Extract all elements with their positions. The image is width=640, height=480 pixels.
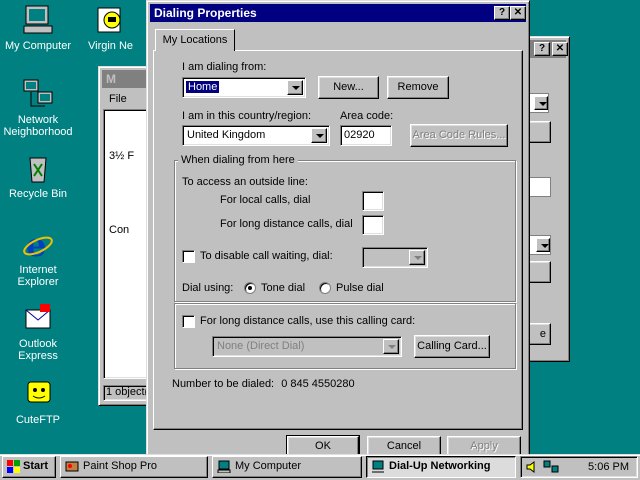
desktop-icon-cuteftp[interactable]: CuteFTP bbox=[0, 378, 76, 426]
group-title: When dialing from here bbox=[178, 154, 298, 166]
number-to-dial-label: Number to be dialed: 0 845 4550280 bbox=[172, 378, 355, 390]
area-code-label: Area code: bbox=[340, 110, 394, 122]
network-tray-icon[interactable] bbox=[543, 460, 559, 477]
dial-using-label: Dial using: bbox=[182, 282, 234, 294]
chevron-down-icon[interactable] bbox=[536, 238, 550, 252]
tone-dial-label[interactable]: Tone dial bbox=[261, 282, 305, 294]
dialing-from-value: Home bbox=[184, 80, 221, 94]
task-my-computer[interactable]: My Computer bbox=[212, 456, 362, 478]
dialup-button-2[interactable] bbox=[527, 261, 551, 283]
my-computer-icon bbox=[217, 460, 231, 474]
paint-shop-pro-icon bbox=[65, 460, 79, 473]
desktop-icon-outlook-express[interactable]: Outlook Express bbox=[0, 302, 76, 362]
task-paint-shop-pro[interactable]: Paint Shop Pro bbox=[60, 456, 208, 478]
desktop-icon-ie[interactable]: e Internet Explorer bbox=[0, 226, 76, 288]
calling-card-check-label[interactable]: For long distance calls, use this callin… bbox=[200, 315, 415, 327]
my-computer-icon bbox=[22, 4, 54, 36]
tone-dial-radio[interactable] bbox=[244, 282, 256, 294]
system-tray: 5:06 PM bbox=[520, 456, 638, 478]
area-code-value: 02920 bbox=[344, 129, 375, 141]
country-value: United Kingdom bbox=[187, 129, 266, 141]
virgin-net-icon bbox=[92, 4, 124, 36]
desktop-icon-label: My Computer bbox=[4, 40, 72, 52]
desktop-icon-my-computer[interactable]: My Computer bbox=[0, 4, 76, 52]
chevron-down-icon[interactable] bbox=[409, 250, 425, 265]
close-button[interactable]: ✕ bbox=[552, 42, 568, 56]
dialup-button-1[interactable] bbox=[527, 121, 551, 143]
menu-file[interactable]: File bbox=[109, 93, 127, 105]
volume-icon[interactable] bbox=[525, 460, 539, 477]
desktop-icon-label: CuteFTP bbox=[15, 414, 60, 426]
dialing-from-label: I am dialing from: bbox=[182, 61, 267, 73]
floppy-drive-item[interactable]: 3½ F bbox=[109, 150, 134, 162]
task-label: Dial-Up Networking bbox=[389, 460, 491, 472]
dialing-properties-dialog[interactable]: Dialing Properties ? ✕ My Locations I am… bbox=[146, 0, 530, 458]
calling-card-value: None (Direct Dial) bbox=[217, 340, 305, 352]
call-waiting-checkbox[interactable] bbox=[182, 250, 195, 263]
chevron-down-icon[interactable] bbox=[311, 128, 327, 143]
desktop-icon-label: Network Neighborhood bbox=[3, 114, 73, 138]
task-dial-up-networking[interactable]: Dial-Up Networking bbox=[366, 456, 516, 478]
help-button[interactable]: ? bbox=[494, 6, 510, 20]
recycle-bin-icon bbox=[22, 152, 54, 184]
call-waiting-combo[interactable] bbox=[362, 247, 428, 268]
tab-label: My Locations bbox=[162, 34, 228, 46]
start-label: Start bbox=[23, 460, 49, 472]
cuteftp-icon bbox=[22, 378, 54, 410]
chevron-down-icon[interactable] bbox=[534, 96, 548, 110]
tray-clock[interactable]: 5:06 PM bbox=[588, 461, 629, 473]
desktop-icon-network[interactable]: Network Neighborhood bbox=[0, 78, 76, 138]
long-distance-label: For long distance calls, dial bbox=[220, 218, 353, 230]
outside-line-label: To access an outside line: bbox=[182, 176, 308, 188]
windows-logo-icon bbox=[7, 460, 21, 473]
tab-panel: I am dialing from: Home New... Remove I … bbox=[153, 50, 523, 430]
calling-card-checkbox[interactable] bbox=[182, 315, 195, 328]
area-code-rules-button[interactable]: Area Code Rules... bbox=[410, 124, 508, 147]
dial-up-networking-icon bbox=[371, 460, 385, 473]
start-button[interactable]: Start bbox=[2, 456, 56, 478]
desktop-icon-label: Internet Explorer bbox=[17, 264, 59, 288]
network-neighborhood-icon bbox=[22, 78, 54, 110]
tab-my-locations[interactable]: My Locations bbox=[155, 29, 235, 51]
number-to-dial-value: 0 845 4550280 bbox=[281, 378, 355, 390]
close-button[interactable]: ✕ bbox=[510, 6, 526, 20]
long-distance-input[interactable] bbox=[362, 215, 384, 235]
dialup-button-3[interactable]: e bbox=[527, 323, 551, 345]
help-button[interactable]: ? bbox=[534, 42, 550, 56]
dialog-title: Dialing Properties bbox=[154, 6, 257, 20]
window-title: M bbox=[106, 72, 116, 86]
country-combo[interactable]: United Kingdom bbox=[182, 125, 330, 146]
local-calls-label: For local calls, dial bbox=[220, 194, 311, 206]
new-location-button[interactable]: New... bbox=[318, 76, 379, 99]
task-label: Paint Shop Pro bbox=[83, 460, 157, 472]
button-label: e bbox=[539, 328, 546, 340]
pulse-dial-label[interactable]: Pulse dial bbox=[336, 282, 384, 294]
dialog-titlebar[interactable]: Dialing Properties ? ✕ bbox=[150, 4, 526, 22]
task-label: My Computer bbox=[235, 460, 302, 472]
desktop-icon-label: Recycle Bin bbox=[8, 188, 68, 200]
calling-card-combo[interactable]: None (Direct Dial) bbox=[212, 336, 402, 357]
outlook-express-icon bbox=[22, 302, 54, 334]
area-code-input[interactable]: 02920 bbox=[340, 125, 392, 146]
chevron-down-icon[interactable] bbox=[287, 80, 303, 95]
desktop-icon-label: Virgin Ne bbox=[88, 40, 134, 52]
dialup-titlebar[interactable]: ? ✕ bbox=[524, 40, 568, 58]
local-calls-input[interactable] bbox=[362, 191, 384, 211]
internet-explorer-icon: e bbox=[22, 226, 54, 264]
desktop-icon-recycle-bin[interactable]: Recycle Bin bbox=[0, 152, 76, 200]
chevron-down-icon[interactable] bbox=[383, 339, 399, 354]
control-panel-item[interactable]: Con bbox=[109, 224, 129, 236]
desktop-icon-virgin-net[interactable]: Virgin Ne bbox=[78, 4, 138, 52]
dialing-from-combo[interactable]: Home bbox=[182, 77, 306, 98]
pulse-dial-radio[interactable] bbox=[319, 282, 331, 294]
remove-location-button[interactable]: Remove bbox=[387, 76, 449, 99]
calling-card-button[interactable]: Calling Card... bbox=[414, 335, 490, 358]
call-waiting-label[interactable]: To disable call waiting, dial: bbox=[200, 250, 333, 262]
country-label: I am in this country/region: bbox=[182, 110, 312, 122]
desktop-icon-label: Outlook Express bbox=[18, 338, 58, 362]
